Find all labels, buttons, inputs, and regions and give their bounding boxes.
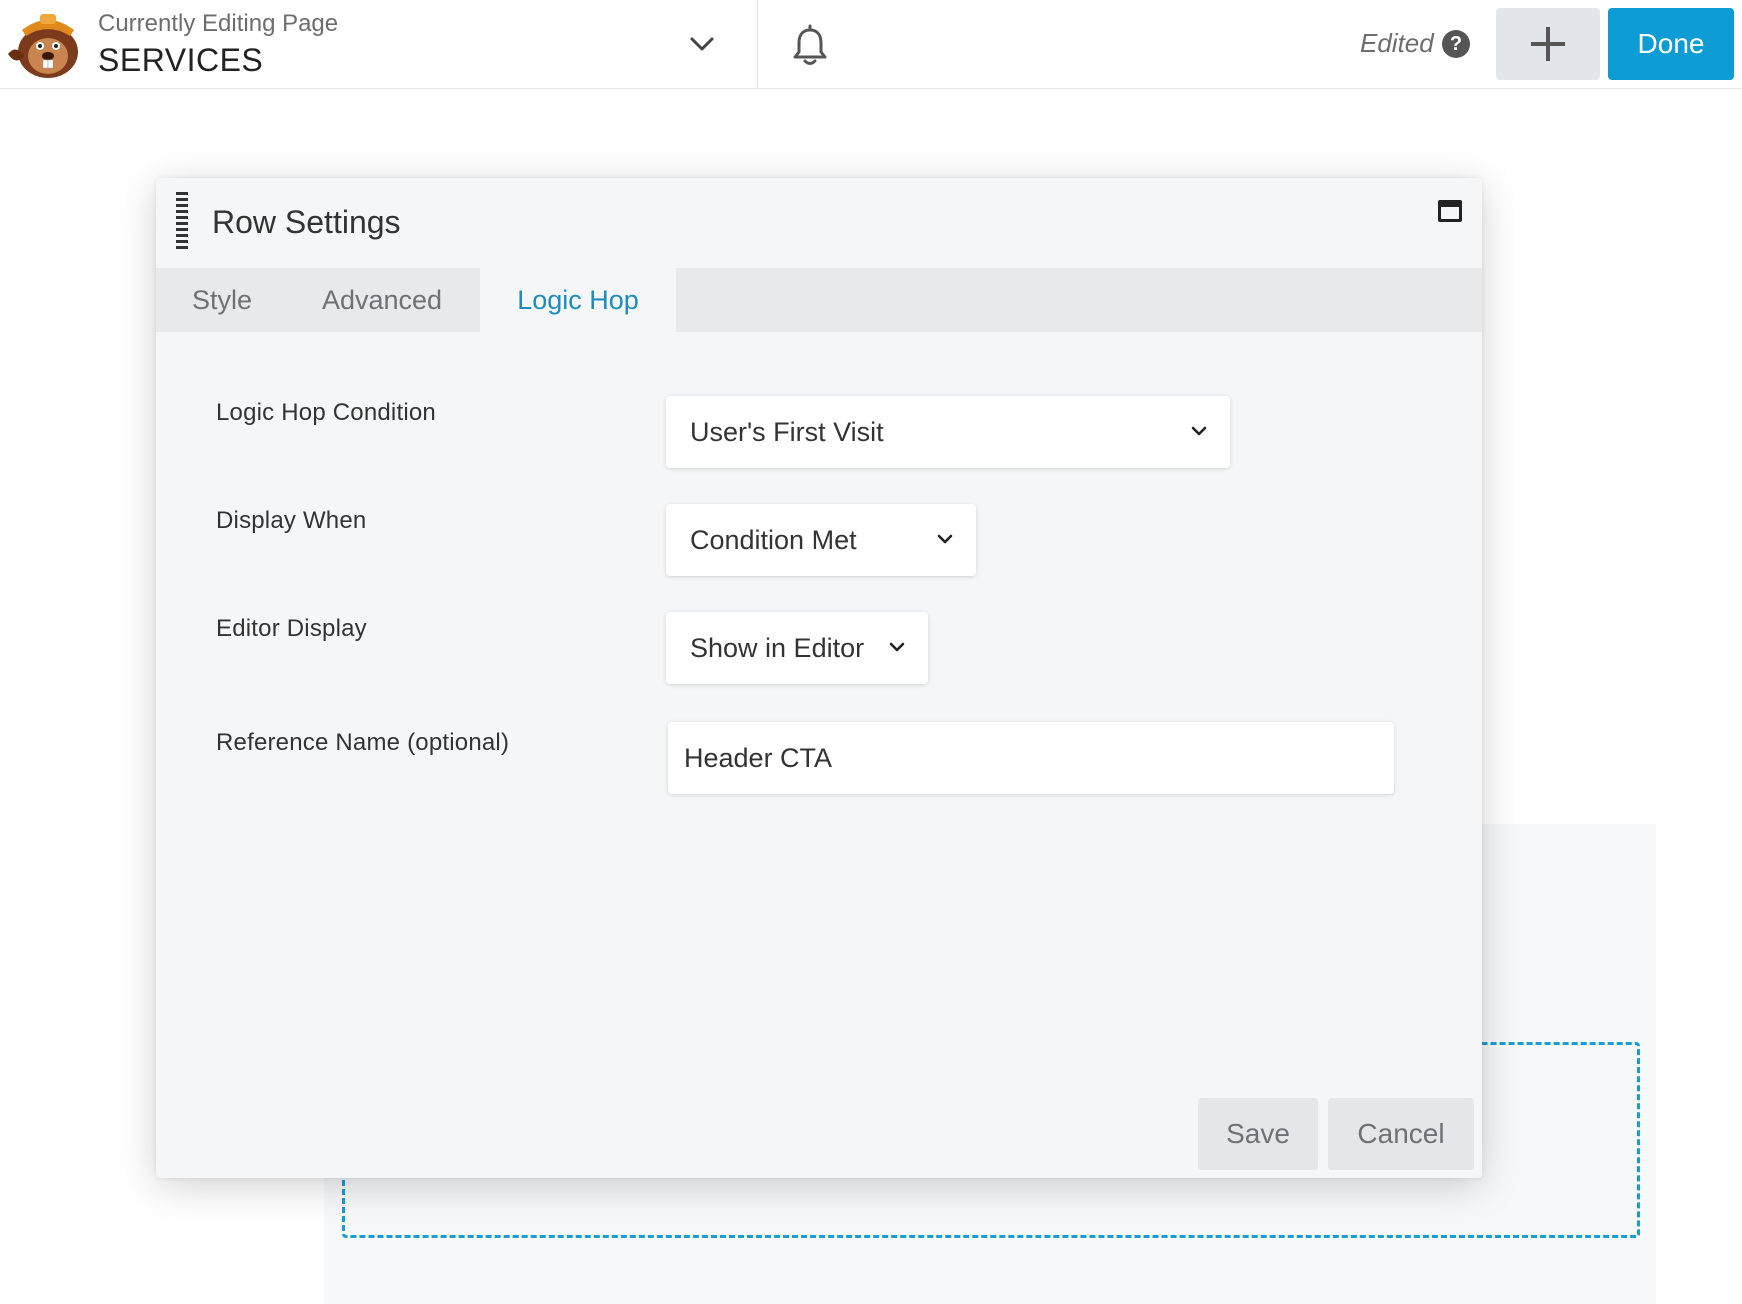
- reference-name-input[interactable]: [668, 722, 1394, 794]
- condition-select[interactable]: User's First Visit: [666, 396, 1230, 468]
- edited-status: Edited: [1360, 28, 1434, 58]
- page-info: Currently Editing Page SERVICES: [98, 10, 338, 80]
- top-bar: Currently Editing Page SERVICES Edited ?…: [0, 0, 1742, 89]
- editor-display-value: Show in Editor: [690, 633, 865, 663]
- done-button[interactable]: Done: [1608, 8, 1734, 80]
- add-content-button[interactable]: [1496, 8, 1600, 80]
- tab-advanced[interactable]: Advanced: [288, 268, 476, 332]
- tab-style[interactable]: Style: [156, 268, 288, 332]
- beaver-logo-icon: [8, 14, 78, 78]
- reference-name-label: Reference Name (optional): [216, 729, 510, 756]
- editor-display-label: Editor Display: [216, 615, 367, 642]
- divider: [757, 0, 758, 89]
- maximize-icon[interactable]: [1438, 200, 1462, 222]
- display-when-select[interactable]: Condition Met: [666, 504, 976, 576]
- page-title: SERVICES: [98, 42, 264, 78]
- help-icon[interactable]: ?: [1442, 30, 1470, 58]
- cancel-button[interactable]: Cancel: [1328, 1098, 1474, 1170]
- display-when-value: Condition Met: [690, 525, 857, 555]
- chevron-down-icon: [889, 642, 905, 652]
- editing-kicker: Currently Editing Page: [98, 10, 339, 37]
- chevron-down-icon: [937, 534, 953, 544]
- editor-display-select[interactable]: Show in Editor: [666, 612, 928, 684]
- chevron-down-icon: [1191, 426, 1207, 436]
- modal-header: Row Settings: [156, 178, 1482, 268]
- condition-value: User's First Visit: [690, 417, 884, 447]
- display-when-label: Display When: [216, 507, 367, 534]
- tab-logic-hop[interactable]: Logic Hop: [480, 268, 676, 332]
- modal-title: Row Settings: [212, 204, 401, 240]
- settings-tabs: Style Advanced Logic Hop: [156, 268, 1482, 332]
- bell-icon[interactable]: [790, 24, 830, 68]
- row-settings-modal: Row Settings Style Advanced Logic Hop Lo…: [156, 178, 1482, 1178]
- drag-handle-icon[interactable]: [176, 192, 188, 252]
- chevron-down-icon[interactable]: [686, 28, 718, 60]
- save-button[interactable]: Save: [1198, 1098, 1318, 1170]
- condition-label: Logic Hop Condition: [216, 399, 436, 426]
